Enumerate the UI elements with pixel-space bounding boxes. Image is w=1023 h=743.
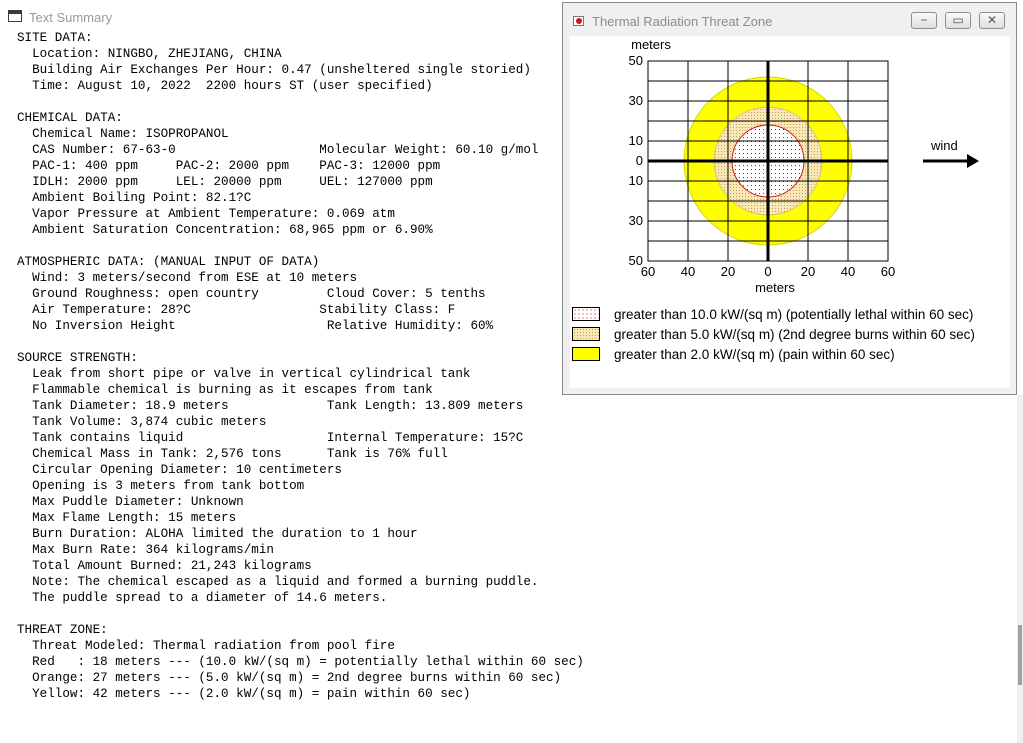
window-icon bbox=[8, 10, 22, 22]
summary-line: Burn Duration: ALOHA limited the duratio… bbox=[17, 527, 418, 541]
summary-line bbox=[17, 238, 584, 254]
y-tick-label: 50 bbox=[629, 53, 643, 68]
legend-swatch-yellow bbox=[572, 347, 600, 361]
app-icon bbox=[573, 16, 584, 26]
legend-label: greater than 2.0 kW/(sq m) (pain within … bbox=[614, 347, 895, 362]
legend: greater than 10.0 kW/(sq m) (potentially… bbox=[570, 304, 1010, 374]
summary-line: Tank Volume: 3,874 cubic meters bbox=[17, 415, 267, 429]
summary-line bbox=[17, 94, 584, 110]
summary-line: Ground Roughness: open country Cloud Cov… bbox=[17, 287, 486, 301]
summary-line: Opening is 3 meters from tank bottom bbox=[17, 479, 305, 493]
summary-line: Max Puddle Diameter: Unknown bbox=[17, 495, 244, 509]
summary-line: Circular Opening Diameter: 10 centimeter… bbox=[17, 463, 342, 477]
x-tick-label: 60 bbox=[641, 264, 655, 279]
x-tick-label: 20 bbox=[801, 264, 815, 279]
summary-line: Leak from short pipe or valve in vertica… bbox=[17, 367, 471, 381]
threat-zone-plot-area: meters 50 30 10 0 10 30 50 60 40 20 0 20 40 60 meters w… bbox=[570, 36, 1010, 388]
summary-line: Ambient Boiling Point: 82.1?C bbox=[17, 191, 252, 205]
threat-zone-plot: meters503010010305060 40 20 0 20 40 60meters w… bbox=[629, 37, 979, 295]
summary-line: SOURCE STRENGTH: bbox=[17, 351, 138, 365]
minimize-button[interactable]: − bbox=[911, 12, 937, 29]
summary-line: Note: The chemical escaped as a liquid a… bbox=[17, 575, 539, 589]
legend-item-orange: greater than 5.0 kW/(sq m) (2nd degree b… bbox=[572, 327, 1010, 343]
vertical-scrollbar[interactable] bbox=[1017, 395, 1023, 743]
summary-line: Chemical Name: ISOPROPANOL bbox=[17, 127, 229, 141]
legend-label: greater than 10.0 kW/(sq m) (potentially… bbox=[614, 307, 974, 322]
summary-line bbox=[17, 606, 584, 622]
summary-line: Orange: 27 meters --- (5.0 kW/(sq m) = 2… bbox=[17, 671, 562, 685]
summary-line: Tank contains liquid Internal Temperatur… bbox=[17, 431, 524, 445]
x-tick-label: 60 bbox=[881, 264, 895, 279]
legend-item-yellow: greater than 2.0 kW/(sq m) (pain within … bbox=[572, 347, 1010, 363]
legend-swatch-orange bbox=[572, 327, 600, 341]
x-axis-unit-label: meters bbox=[755, 280, 795, 295]
legend-label: greater than 5.0 kW/(sq m) (2nd degree b… bbox=[614, 327, 975, 342]
y-tick-label: 10 bbox=[629, 173, 643, 188]
y-tick-label: 30 bbox=[629, 213, 643, 228]
y-tick-label: 30 bbox=[629, 93, 643, 108]
summary-line: Flammable chemical is burning as it esca… bbox=[17, 383, 433, 397]
x-tick-label: 40 bbox=[681, 264, 695, 279]
summary-line: CAS Number: 67-63-0 Molecular Weight: 60… bbox=[17, 143, 539, 157]
x-tick-label: 20 bbox=[721, 264, 735, 279]
summary-line: PAC-1: 400 ppm PAC-2: 2000 ppm PAC-3: 12… bbox=[17, 159, 441, 173]
summary-line: ATMOSPHERIC DATA: (MANUAL INPUT OF DATA) bbox=[17, 255, 320, 269]
maximize-button[interactable]: ▭ bbox=[945, 12, 971, 29]
threat-zone-window: Thermal Radiation Threat Zone − ▭ ✕ mete… bbox=[562, 2, 1017, 395]
y-axis-unit-label: meters bbox=[631, 37, 671, 52]
legend-swatch-red bbox=[572, 307, 600, 321]
window-title: Thermal Radiation Threat Zone bbox=[592, 14, 773, 29]
summary-line: Tank Diameter: 18.9 meters Tank Length: … bbox=[17, 399, 524, 413]
threat-zone-titlebar[interactable]: Thermal Radiation Threat Zone − ▭ ✕ bbox=[563, 3, 1016, 36]
window-title: Text Summary bbox=[29, 10, 113, 25]
wind-arrow-icon bbox=[967, 154, 979, 168]
summary-line bbox=[17, 334, 584, 350]
summary-line: Vapor Pressure at Ambient Temperature: 0… bbox=[17, 207, 395, 221]
summary-line: SITE DATA: bbox=[17, 31, 93, 45]
summary-line: Time: August 10, 2022 2200 hours ST (use… bbox=[17, 79, 433, 93]
summary-line: Wind: 3 meters/second from ESE at 10 met… bbox=[17, 271, 358, 285]
x-tick-label: 0 bbox=[764, 264, 771, 279]
summary-line: Red : 18 meters --- (10.0 kW/(sq m) = po… bbox=[17, 655, 584, 669]
summary-line: Ambient Saturation Concentration: 68,965… bbox=[17, 223, 433, 237]
summary-line: IDLH: 2000 ppm LEL: 20000 ppm UEL: 12700… bbox=[17, 175, 433, 189]
summary-line: Air Temperature: 28?C Stability Class: F bbox=[17, 303, 456, 317]
summary-line: Yellow: 42 meters --- (2.0 kW/(sq m) = p… bbox=[17, 687, 471, 701]
scrollbar-thumb[interactable] bbox=[1018, 625, 1022, 685]
legend-item-red: greater than 10.0 kW/(sq m) (potentially… bbox=[572, 307, 1010, 323]
summary-line: THREAT ZONE: bbox=[17, 623, 108, 637]
wind-label: wind bbox=[930, 138, 958, 153]
summary-line: The puddle spread to a diameter of 14.6 … bbox=[17, 591, 388, 605]
summary-line: Chemical Mass in Tank: 2,576 tons Tank i… bbox=[17, 447, 448, 461]
text-summary-body: SITE DATA: Location: NINGBO, ZHEJIANG, C… bbox=[17, 30, 584, 702]
summary-line: Threat Modeled: Thermal radiation from p… bbox=[17, 639, 395, 653]
x-tick-label: 40 bbox=[841, 264, 855, 279]
close-button[interactable]: ✕ bbox=[979, 12, 1005, 29]
summary-line: Total Amount Burned: 21,243 kilograms bbox=[17, 559, 312, 573]
summary-line: Building Air Exchanges Per Hour: 0.47 (u… bbox=[17, 63, 531, 77]
summary-line: Location: NINGBO, ZHEJIANG, CHINA bbox=[17, 47, 282, 61]
summary-line: No Inversion Height Relative Humidity: 6… bbox=[17, 319, 494, 333]
summary-line: Max Burn Rate: 364 kilograms/min bbox=[17, 543, 274, 557]
summary-line: Max Flame Length: 15 meters bbox=[17, 511, 237, 525]
summary-line: CHEMICAL DATA: bbox=[17, 111, 123, 125]
y-tick-label: 10 bbox=[629, 133, 643, 148]
y-tick-label: 0 bbox=[636, 153, 643, 168]
